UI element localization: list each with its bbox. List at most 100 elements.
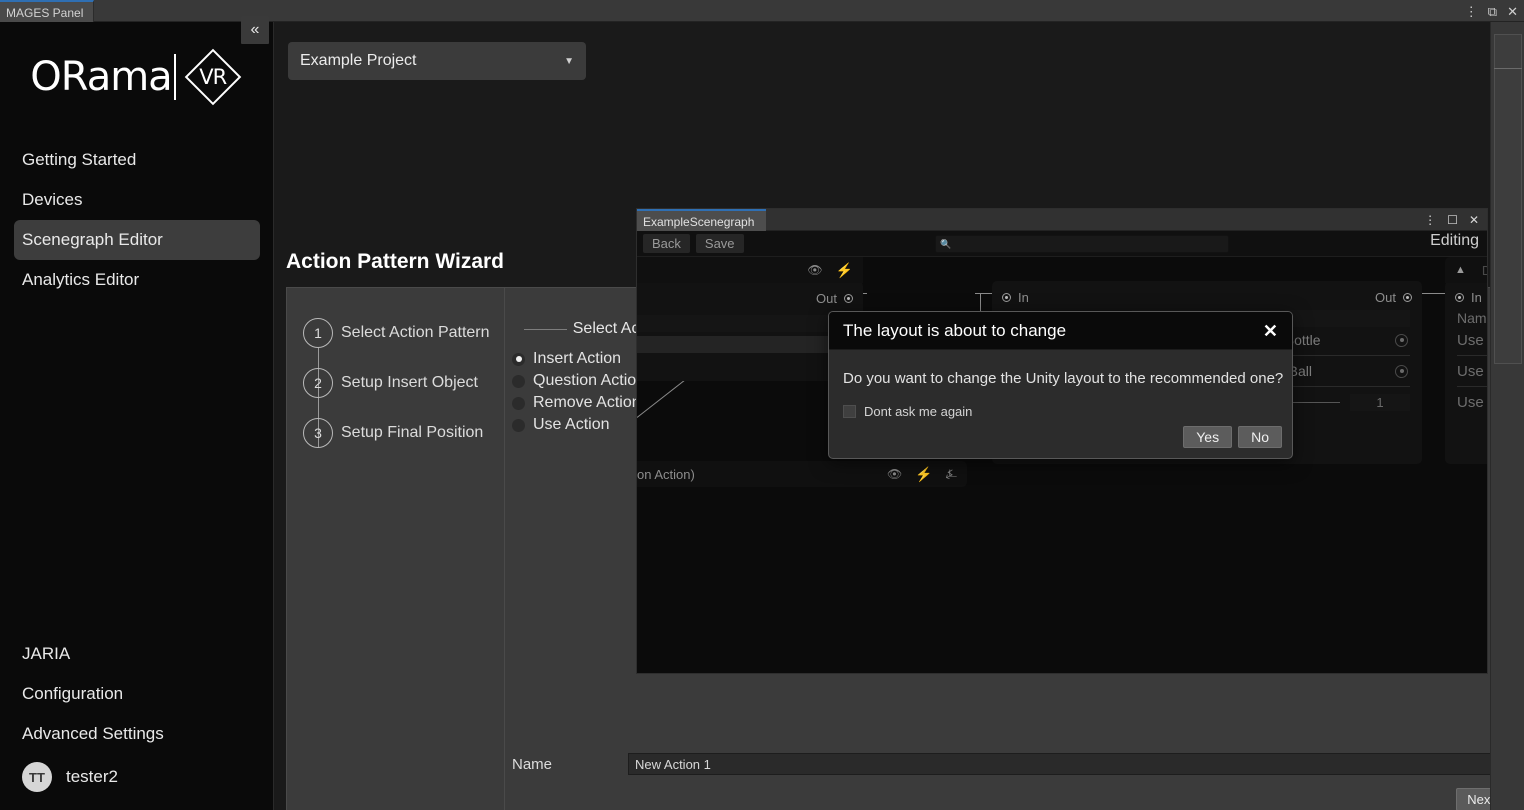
node-port-row: In Out bbox=[992, 286, 1422, 308]
radio-dot-icon bbox=[512, 419, 525, 432]
sidebar: « ORama VR Getting Started Devices Scene… bbox=[0, 22, 274, 810]
orama-vr-logo: ORama VR bbox=[0, 32, 274, 122]
name-label: Name bbox=[512, 756, 628, 773]
radio-label: Use Action bbox=[533, 416, 609, 434]
use-time-value[interactable]: 1 bbox=[1350, 394, 1410, 411]
dialog-title: The layout is about to change bbox=[843, 321, 1066, 341]
field-label: Use T bbox=[1457, 394, 1487, 411]
field-label: Name bbox=[1457, 310, 1487, 326]
search-input[interactable]: 🔍 bbox=[935, 235, 1229, 253]
user-name-label: tester2 bbox=[66, 767, 118, 787]
step-number: 2 bbox=[303, 368, 333, 398]
scenegraph-window-controls: ⋮ ☐ ✕ bbox=[1424, 209, 1479, 231]
dialog-message: Do you want to change the Unity layout t… bbox=[843, 370, 1283, 387]
node-port-row: In bbox=[1445, 286, 1487, 308]
object-picker-icon[interactable] bbox=[1395, 365, 1408, 378]
node-field-value[interactable]: Question bbox=[637, 336, 855, 353]
sidebar-item-configuration[interactable]: Configuration bbox=[14, 674, 260, 714]
bolt-icon[interactable]: ⚡ bbox=[836, 262, 853, 279]
radio-use-action[interactable]: Use Action bbox=[512, 414, 645, 436]
out-port-dot[interactable] bbox=[844, 294, 853, 303]
tab-mages-panel[interactable]: MAGES Panel bbox=[0, 0, 94, 22]
node-use-action-right[interactable]: In Name Use O Use C Use T bbox=[1445, 281, 1487, 464]
wizard-step-3[interactable]: 3 Setup Final Position bbox=[303, 418, 483, 448]
close-icon[interactable]: ✕ bbox=[1507, 5, 1518, 18]
right-edge-panel[interactable] bbox=[1490, 22, 1524, 810]
close-icon[interactable]: ✕ bbox=[1469, 214, 1479, 226]
divider bbox=[1457, 355, 1487, 356]
sidebar-item-jaria[interactable]: JARIA bbox=[14, 634, 260, 674]
scenegraph-titlebar: ExampleScenegraph ⋮ ☐ ✕ bbox=[637, 209, 1487, 231]
eye-icon[interactable]: 👁 bbox=[887, 467, 902, 481]
in-port-dot[interactable] bbox=[1002, 293, 1011, 302]
link-icon[interactable]: ⍼ bbox=[946, 466, 957, 482]
checkbox-icon[interactable] bbox=[843, 405, 856, 418]
out-port-dot[interactable] bbox=[1403, 293, 1412, 302]
field-label: Use O bbox=[1457, 332, 1487, 349]
in-port-dot[interactable] bbox=[1455, 293, 1464, 302]
step-label: Setup Insert Object bbox=[341, 374, 478, 392]
sidebar-item-devices[interactable]: Devices bbox=[14, 180, 260, 220]
yes-button[interactable]: Yes bbox=[1183, 426, 1232, 448]
logo-divider bbox=[174, 54, 176, 100]
tab-example-scenegraph[interactable]: ExampleScenegraph bbox=[637, 209, 766, 231]
layout-change-dialog: The layout is about to change ✕ Do you w… bbox=[828, 311, 1293, 459]
step-number: 3 bbox=[303, 418, 333, 448]
radio-label: Insert Action bbox=[533, 350, 621, 368]
step-number: 1 bbox=[303, 318, 333, 348]
no-button[interactable]: No bbox=[1238, 426, 1282, 448]
project-select-value: Example Project bbox=[300, 52, 417, 70]
name-input[interactable]: New Action 1 bbox=[628, 753, 1508, 775]
sidebar-item-label: Advanced Settings bbox=[22, 724, 164, 744]
sidebar-item-getting-started[interactable]: Getting Started bbox=[14, 140, 260, 180]
back-button[interactable]: Back bbox=[643, 234, 690, 253]
radio-dot-icon bbox=[512, 375, 525, 388]
node-header-label: on (Question Action) bbox=[637, 467, 695, 482]
radio-question-action[interactable]: Question Action bbox=[512, 370, 645, 392]
radio-remove-action[interactable]: Remove Action bbox=[512, 392, 645, 414]
sidebar-item-label: Configuration bbox=[22, 684, 123, 704]
checkbox-label: Dont ask me again bbox=[864, 404, 972, 419]
radio-insert-action[interactable]: Insert Action bbox=[512, 348, 645, 370]
maximize-icon[interactable]: ☐ bbox=[1447, 214, 1458, 226]
sidebar-bottom-nav: JARIA Configuration Advanced Settings TT… bbox=[0, 634, 274, 800]
node-use-action-right-header[interactable]: ▲ D bbox=[1445, 257, 1487, 283]
kebab-icon[interactable]: ⋮ bbox=[1424, 214, 1436, 226]
save-button[interactable]: Save bbox=[696, 234, 744, 253]
object-picker-icon[interactable] bbox=[1395, 334, 1408, 347]
field-label: Use C bbox=[1457, 363, 1487, 380]
radio-dot-icon bbox=[512, 353, 525, 366]
app-root: MAGES Panel ⋮ ⧉ ✕ « ORama VR Getting Sta… bbox=[0, 0, 1524, 810]
project-select-dropdown[interactable]: Example Project ▼ bbox=[288, 42, 586, 80]
window-controls: ⋮ ⧉ ✕ bbox=[1465, 0, 1518, 22]
kebab-icon[interactable]: ⋮ bbox=[1465, 5, 1478, 18]
search-icon: 🔍 bbox=[940, 239, 951, 250]
page-title: Action Pattern Wizard bbox=[286, 250, 504, 274]
sidebar-item-advanced-settings[interactable]: Advanced Settings bbox=[14, 714, 260, 754]
in-port-label: In bbox=[1018, 290, 1029, 305]
unity-top-strip: MAGES Panel ⋮ ⧉ ✕ bbox=[0, 0, 1524, 22]
sidebar-item-analytics-editor[interactable]: Analytics Editor bbox=[14, 260, 260, 300]
close-icon[interactable]: ✕ bbox=[1263, 322, 1278, 340]
node-field-value[interactable]: uestion bbox=[637, 315, 855, 332]
out-port-label: Out bbox=[1375, 290, 1396, 305]
node-question-action-2-header[interactable]: on (Question Action) 👁 ⚡ ⍼ bbox=[637, 461, 967, 487]
restore-icon[interactable]: ⧉ bbox=[1488, 5, 1497, 18]
radio-dot-icon bbox=[512, 397, 525, 410]
sidebar-user-row[interactable]: TT tester2 bbox=[0, 754, 274, 800]
dont-ask-again-checkbox[interactable]: Dont ask me again bbox=[843, 404, 972, 419]
logo-diamond-icon: VR bbox=[182, 46, 244, 108]
radio-label: Question Action bbox=[533, 372, 645, 390]
eye-icon[interactable]: 👁 bbox=[807, 263, 822, 277]
wizard-step-2[interactable]: 2 Setup Insert Object bbox=[303, 368, 478, 398]
wizard-step-1[interactable]: 1 Select Action Pattern bbox=[303, 318, 490, 348]
collapse-triangle-icon[interactable]: ▲ bbox=[1455, 264, 1466, 276]
node-question-action-header[interactable]: Action) 👁 ⚡ bbox=[637, 257, 863, 283]
chevron-down-icon: ▼ bbox=[564, 56, 574, 67]
right-edge-slot[interactable] bbox=[1494, 34, 1522, 364]
right-edge-divider bbox=[1494, 68, 1522, 69]
avatar: TT bbox=[22, 762, 52, 792]
sidebar-item-label: Analytics Editor bbox=[22, 270, 139, 290]
sidebar-item-scenegraph-editor[interactable]: Scenegraph Editor bbox=[14, 220, 260, 260]
bolt-icon[interactable]: ⚡ bbox=[915, 466, 932, 483]
